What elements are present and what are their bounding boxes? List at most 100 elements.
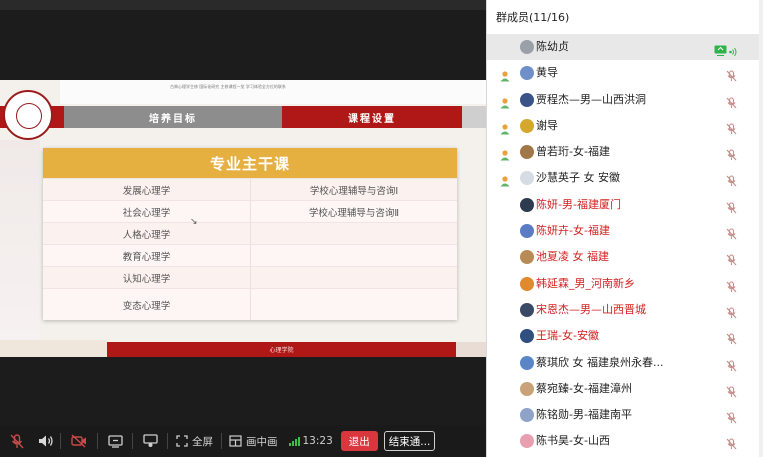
mouse-cursor-icon: ↘ xyxy=(190,217,198,227)
course-cell xyxy=(250,289,457,320)
course-cell: 发展心理学 xyxy=(43,179,250,200)
course-cell xyxy=(250,267,457,288)
member-row[interactable]: 王瑞-女-安徽 xyxy=(487,323,763,349)
toolbar-divider xyxy=(97,433,98,449)
course-cell: 学校心理辅导与咨询Ⅰ xyxy=(250,179,457,200)
presentation-slide: 古典心理学主修 国际化研究 主修课程一览 学习体验全方位的联系 培养目标 课程设… xyxy=(0,80,486,357)
member-name: 王瑞-女-安徽 xyxy=(536,329,599,343)
mic-muted-icon xyxy=(726,146,737,161)
course-cell: 变态心理学 xyxy=(43,289,250,320)
member-avatar xyxy=(520,145,534,160)
member-avatar xyxy=(520,329,534,344)
slide-tab-goals: 培养目标 xyxy=(64,106,282,128)
fullscreen-button[interactable]: 全屏 xyxy=(170,425,219,457)
toolbar-divider xyxy=(60,433,61,449)
member-name: 陈幼贞 xyxy=(536,40,569,53)
call-duration: 13:23 xyxy=(302,435,333,447)
mic-muted-icon xyxy=(10,433,24,448)
member-row[interactable]: 曾若珩-女-福建 xyxy=(487,139,763,165)
camera-off-button[interactable] xyxy=(63,425,95,457)
member-list-scrollbar[interactable] xyxy=(759,0,763,457)
mic-muted-icon xyxy=(726,120,737,135)
member-row[interactable]: 陈幼贞 xyxy=(487,34,763,61)
course-cell xyxy=(250,245,457,266)
mic-muted-icon xyxy=(726,172,737,187)
member-avatar xyxy=(520,197,534,212)
member-row[interactable]: 陈书昊-女-山西 xyxy=(487,428,763,454)
speaker-button[interactable] xyxy=(34,425,58,457)
member-avatar xyxy=(520,171,534,186)
mic-muted-icon xyxy=(726,225,737,240)
member-avatar xyxy=(520,250,534,265)
member-avatar xyxy=(520,381,534,396)
slide-footer-right xyxy=(456,342,486,357)
member-panel: 群成员(11/16) 陈幼贞黄导贾程杰—男—山西洪洞谢导 曾若珩-女-福建沙慧英子… xyxy=(486,0,763,457)
mic-muted-icon xyxy=(726,435,737,450)
presenter-button[interactable] xyxy=(135,425,165,457)
member-avatar xyxy=(520,40,534,54)
speaker-icon xyxy=(39,435,53,447)
member-name: 沙慧英子 女 安徽 xyxy=(536,171,620,185)
screen-sharing-icon xyxy=(714,41,727,56)
course-cell: 人格心理学 xyxy=(43,223,250,244)
member-name: 池夏凌 女 福建 xyxy=(536,250,609,264)
meeting-window: 古典心理学主修 国际化研究 主修课程一览 学习体验全方位的联系 培养目标 课程设… xyxy=(0,0,763,457)
member-name: 陈妍卉-女-福建 xyxy=(536,224,610,238)
member-avatar xyxy=(520,224,534,239)
top-strip xyxy=(0,0,486,10)
member-avatar xyxy=(520,434,534,449)
course-table-row: 发展心理学 学校心理辅导与咨询Ⅰ xyxy=(43,178,457,200)
member-name: 宋恩杰—男—山西晋城 xyxy=(536,302,646,316)
presenter-icon xyxy=(142,434,158,447)
member-row[interactable]: 陈妍卉-女-福建 xyxy=(487,218,763,244)
member-row[interactable]: 黄导 xyxy=(487,60,763,86)
pip-icon xyxy=(229,435,242,447)
screen-share-icon xyxy=(107,434,123,448)
member-name: 贾程杰—男—山西洪洞 xyxy=(536,92,646,106)
speaking-icon xyxy=(729,42,737,57)
member-role-icon xyxy=(499,67,511,82)
course-table-body: 发展心理学 学校心理辅导与咨询Ⅰ 社会心理学 学校心理辅导与咨询Ⅱ 人格心理学 教育心理学… xyxy=(43,178,457,320)
slide-header-text: 古典心理学主修 国际化研究 主修课程一览 学习体验全方位的联系 xyxy=(170,84,286,89)
course-cell: 教育心理学 xyxy=(43,245,250,266)
call-toolbar: 全屏 画中画 13:23 退出 结束通... xyxy=(0,425,486,457)
member-avatar xyxy=(520,66,534,81)
toolbar-divider xyxy=(132,433,133,449)
slide-footer-left xyxy=(0,340,107,357)
member-row[interactable]: 池夏凌 女 福建 xyxy=(487,244,763,270)
course-cell: 社会心理学 xyxy=(43,201,250,222)
member-row[interactable]: 谢导 xyxy=(487,113,763,139)
mic-muted-button[interactable] xyxy=(0,425,34,457)
slide-tab-courses: 课程设置 xyxy=(282,106,462,128)
member-row[interactable]: 宋恩杰—男—山西晋城 xyxy=(487,297,763,323)
slide-watermark xyxy=(0,140,40,340)
member-row[interactable]: 蔡琪欣 女 福建泉州永春... xyxy=(487,350,763,376)
member-avatar xyxy=(520,408,534,423)
member-row[interactable]: 韩延霖_男_河南新乡 xyxy=(487,271,763,297)
member-avatar xyxy=(520,276,534,291)
toolbar-divider xyxy=(221,433,222,449)
network-status: 13:23 xyxy=(283,425,335,457)
exit-button[interactable]: 退出 xyxy=(340,431,378,451)
member-row[interactable]: 陈妍-男-福建厦门 xyxy=(487,192,763,218)
member-role-icon xyxy=(499,146,511,161)
screen-share-button[interactable] xyxy=(100,425,130,457)
mic-muted-icon xyxy=(726,409,737,424)
signal-strength-icon xyxy=(288,436,300,446)
member-row[interactable]: 贾程杰—男—山西洪洞 xyxy=(487,87,763,113)
member-row[interactable]: 蔡宛臻-女-福建漳州 xyxy=(487,376,763,402)
fullscreen-label: 全屏 xyxy=(192,435,213,448)
mic-muted-icon xyxy=(726,251,737,266)
end-call-button[interactable]: 结束通... xyxy=(383,431,436,451)
member-name: 蔡琪欣 女 福建泉州永春... xyxy=(536,355,664,369)
fullscreen-icon xyxy=(176,435,188,447)
university-logo-icon xyxy=(3,90,53,140)
member-row[interactable]: 沙慧英子 女 安徽 xyxy=(487,165,763,191)
course-table: 专业主干课 发展心理学 学校心理辅导与咨询Ⅰ 社会心理学 学校心理辅导与咨询Ⅱ 人格心理… xyxy=(43,148,457,320)
member-row[interactable]: 陈铭勋-男-福建南平 xyxy=(487,402,763,428)
pip-button[interactable]: 画中画 xyxy=(224,425,283,457)
camera-off-icon xyxy=(71,434,86,448)
course-cell: 认知心理学 xyxy=(43,267,250,288)
member-panel-title: 群成员(11/16) xyxy=(496,11,570,24)
mic-muted-icon xyxy=(726,67,737,82)
